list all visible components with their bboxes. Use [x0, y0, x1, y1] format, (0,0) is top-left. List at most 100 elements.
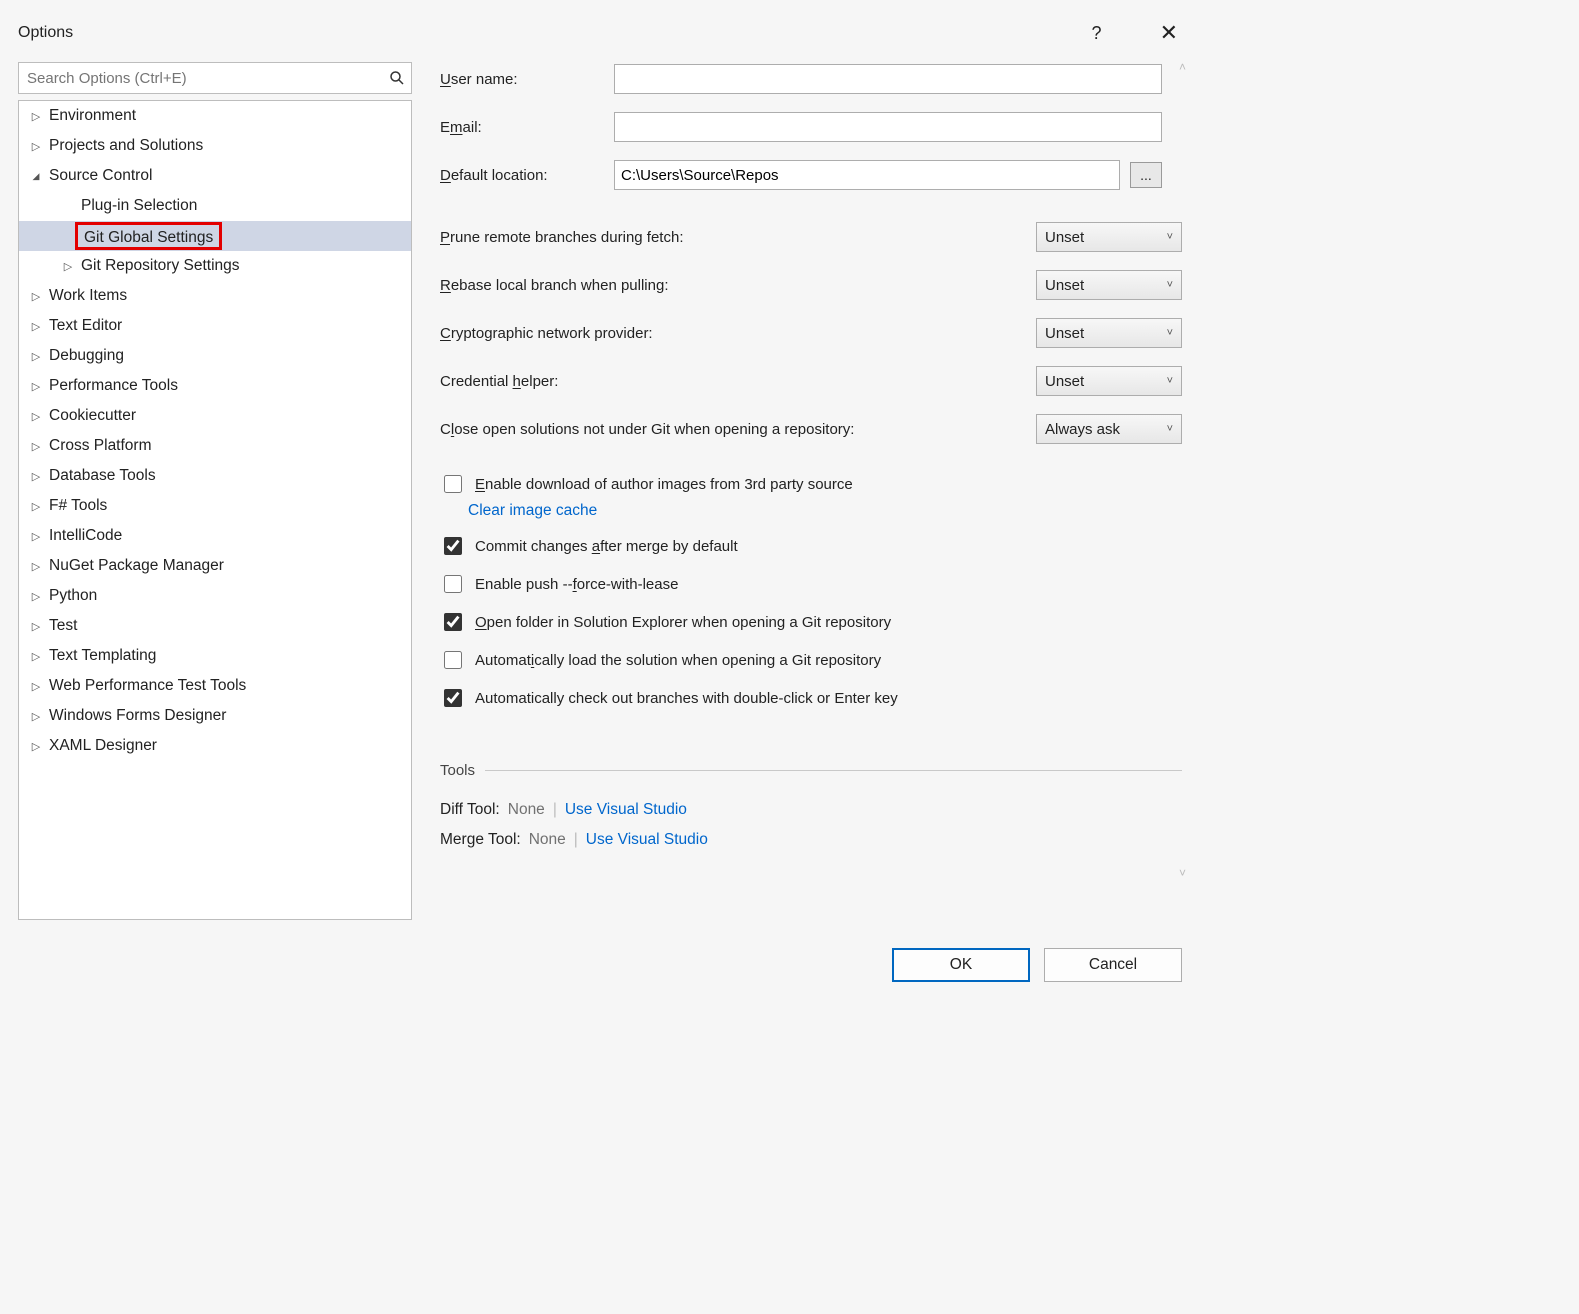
tree-item[interactable]: ▷Database Tools	[19, 461, 411, 491]
tree-item-label: Text Editor	[49, 317, 122, 335]
push-force-checkbox[interactable]	[444, 575, 462, 593]
browse-button[interactable]: ...	[1130, 162, 1162, 188]
options-dialog: Options ? ✕ ▷ Environment ▷ Projects and So…	[0, 0, 1200, 1000]
arrow-right-icon: ▷	[29, 500, 43, 513]
tree-item-label: Web Performance Test Tools	[49, 677, 246, 695]
merge-use-vs-link[interactable]: Use Visual Studio	[586, 831, 708, 849]
window-controls: ? ✕	[1092, 22, 1178, 44]
help-button[interactable]: ?	[1092, 23, 1102, 44]
tree-item[interactable]: ▷ Cross Platform	[19, 431, 411, 461]
crypto-select[interactable]: Unset˅	[1036, 318, 1182, 348]
tree-item[interactable]: ▷NuGet Package Manager	[19, 551, 411, 581]
arrow-right-icon: ▷	[29, 560, 43, 573]
chevron-down-icon: ˅	[1167, 375, 1173, 387]
credhelper-label: Credential helper:	[440, 373, 1036, 390]
arrow-right-icon: ▷	[29, 140, 43, 153]
tree-item-label: Git Repository Settings	[81, 257, 240, 275]
tree-item-label: Source Control	[49, 167, 152, 185]
tree-item-label: Plug-in Selection	[81, 197, 197, 215]
email-input[interactable]	[614, 112, 1162, 142]
arrow-right-icon: ▷	[29, 440, 43, 453]
tree-item-label: Python	[49, 587, 97, 605]
tree-item[interactable]: ▷ Text Editor	[19, 311, 411, 341]
arrow-right-icon: ▷	[29, 110, 43, 123]
diff-tool-label: Diff Tool:	[440, 801, 500, 819]
tools-header: Tools	[440, 762, 1182, 779]
commit-after-merge-label: Commit changes after merge by default	[475, 538, 738, 555]
tree-item[interactable]: ▷Test	[19, 611, 411, 641]
tree-item-label: Environment	[49, 107, 136, 125]
search-icon	[383, 70, 411, 86]
tree-item-label: Debugging	[49, 347, 124, 365]
tree-item[interactable]: ▷Plug-in Selection	[19, 191, 411, 221]
tree-item[interactable]: ▷IntelliCode	[19, 521, 411, 551]
rebase-select[interactable]: Unset˅	[1036, 270, 1182, 300]
arrow-right-icon: ▷	[29, 680, 43, 693]
tree-item[interactable]: ▷Git Global Settings	[19, 221, 411, 251]
dialog-title: Options	[18, 24, 73, 42]
closesol-select[interactable]: Always ask˅	[1036, 414, 1182, 444]
chevron-down-icon: ˅	[1167, 279, 1173, 291]
merge-tool-label: Merge Tool:	[440, 831, 521, 849]
tree-item-label: F# Tools	[49, 497, 107, 515]
open-folder-label: Open folder in Solution Explorer when op…	[475, 614, 891, 631]
location-input[interactable]	[614, 160, 1120, 190]
tree-item[interactable]: ▷ Windows Forms Designer	[19, 701, 411, 731]
ok-button[interactable]: OK	[892, 948, 1030, 982]
autoload-solution-checkbox[interactable]	[444, 651, 462, 669]
username-input[interactable]	[614, 64, 1162, 94]
arrow-right-icon: ▷	[29, 710, 43, 723]
chevron-down-icon: ˅	[1167, 327, 1173, 339]
tree-item[interactable]: ▷ F# Tools	[19, 491, 411, 521]
tree-item[interactable]: ▷ Git Repository Settings	[19, 251, 411, 281]
tree-item[interactable]: ▷Performance Tools	[19, 371, 411, 401]
diff-use-vs-link[interactable]: Use Visual Studio	[565, 801, 687, 819]
prune-select[interactable]: Unset˅	[1036, 222, 1182, 252]
tree-item[interactable]: ◢ Source Control	[19, 161, 411, 191]
tree-item[interactable]: ▷ Python	[19, 581, 411, 611]
tree-item-label: Cookiecutter	[49, 407, 136, 425]
auto-checkout-checkbox[interactable]	[444, 689, 462, 707]
search-input[interactable]	[19, 63, 383, 93]
auto-checkout-label: Automatically check out branches with do…	[475, 690, 898, 707]
arrow-right-icon: ▷	[29, 740, 43, 753]
chevron-down-icon: ˅	[1167, 231, 1173, 243]
arrow-right-icon: ▷	[61, 260, 75, 273]
tree-item[interactable]: ▷ Projects and Solutions	[19, 131, 411, 161]
chevron-down-icon: ˅	[1167, 423, 1173, 435]
tree-item-label: Windows Forms Designer	[49, 707, 226, 725]
arrow-right-icon: ▷	[29, 590, 43, 603]
tree-item[interactable]: ▷ Debugging	[19, 341, 411, 371]
tree-item-label: XAML Designer	[49, 737, 157, 755]
rebase-label: Rebase local branch when pulling:	[440, 277, 1036, 294]
arrow-right-icon: ▷	[29, 320, 43, 333]
crypto-label: Cryptographic network provider:	[440, 325, 1036, 342]
username-label: User name:	[440, 71, 614, 88]
tree-item[interactable]: ▷Text Templating	[19, 641, 411, 671]
tree-item[interactable]: ▷ Cookiecutter	[19, 401, 411, 431]
arrow-right-icon: ▷	[29, 530, 43, 543]
arrow-right-icon: ▷	[29, 380, 43, 393]
tree-item-label: Cross Platform	[49, 437, 152, 455]
tree-item-label: Test	[49, 617, 77, 635]
tree-item-label: Projects and Solutions	[49, 137, 203, 155]
tree-item[interactable]: ▷ Web Performance Test Tools	[19, 671, 411, 701]
tree-item[interactable]: ▷ XAML Designer	[19, 731, 411, 761]
search-box[interactable]	[18, 62, 412, 94]
arrow-down-icon: ◢	[29, 171, 43, 182]
arrow-right-icon: ▷	[29, 350, 43, 363]
open-folder-checkbox[interactable]	[444, 613, 462, 631]
scroll-up-icon[interactable]: ˄	[1179, 60, 1186, 74]
cancel-button[interactable]: Cancel	[1044, 948, 1182, 982]
clear-image-cache-link[interactable]: Clear image cache	[468, 502, 597, 519]
enable-author-images-checkbox[interactable]	[444, 475, 462, 493]
credhelper-select[interactable]: Unset˅	[1036, 366, 1182, 396]
arrow-right-icon: ▷	[29, 650, 43, 663]
scroll-down-icon[interactable]: ˅	[1179, 866, 1186, 880]
tree-item[interactable]: ▷Work Items	[19, 281, 411, 311]
tree-item[interactable]: ▷ Environment	[19, 101, 411, 131]
commit-after-merge-checkbox[interactable]	[444, 537, 462, 555]
options-tree[interactable]: ▷ Environment ▷ Projects and Solutions ◢ Sour…	[18, 100, 412, 920]
close-button[interactable]: ✕	[1160, 22, 1178, 44]
arrow-right-icon: ▷	[29, 410, 43, 423]
